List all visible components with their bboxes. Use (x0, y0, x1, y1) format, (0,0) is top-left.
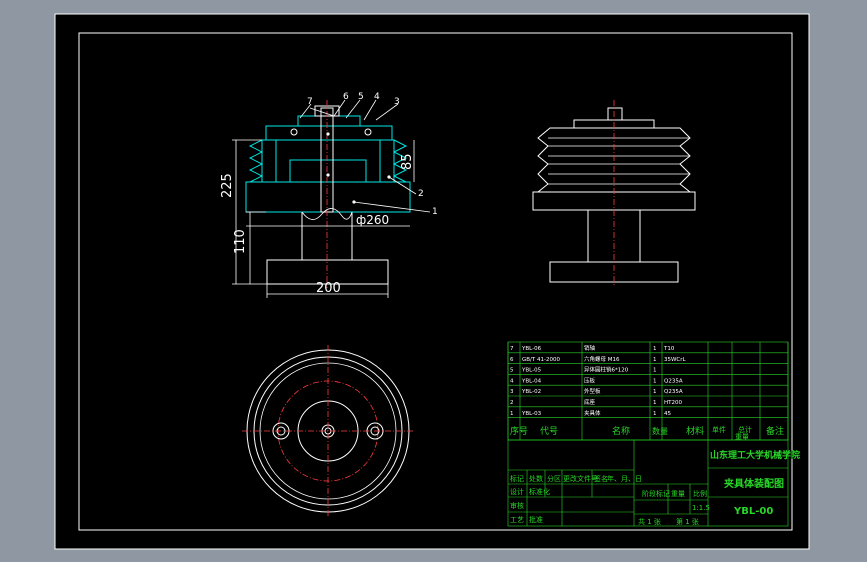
tb-school: 山东理工大学机械学院 (710, 449, 800, 461)
bom-header-code: 代号 (540, 426, 558, 437)
bom-header-name: 名称 (612, 425, 630, 437)
bom-cell-name: 六角螺母 M16 (584, 355, 620, 363)
bom-cell-material: Q235A (664, 389, 683, 395)
bom-cell-code: YBL-03 (521, 411, 542, 417)
bom-cell-qty: 1 (653, 368, 657, 374)
balloon-7: 7 (307, 97, 313, 107)
bom-cell-no: 1 (510, 411, 514, 417)
bom-cell-name: 夹具体 (584, 409, 601, 417)
tb-drawing-no: YBL-00 (733, 506, 773, 517)
bom-cell-material: T10 (663, 346, 675, 352)
cad-drawing-viewport: 7 6 5 4 3 2 1 225 110 85 ф260 200 序号 代号 … (0, 0, 867, 562)
tb-count-label: 处数 (529, 474, 543, 483)
bom-cell-qty: 1 (653, 400, 657, 406)
bom-cell-code: YBL-02 (521, 389, 541, 395)
bom-header-qty: 数量 (652, 426, 668, 436)
tb-stage-label: 阶段标记 (642, 489, 670, 498)
tb-zone-label: 分区 (547, 474, 561, 483)
tb-craft-label: 工艺 (510, 516, 524, 524)
bom-cell-no: 5 (510, 368, 514, 374)
tb-sign-label: 签名 (594, 474, 608, 483)
dim-260: ф260 (356, 213, 389, 227)
tb-scale: 1:1.5 (692, 504, 710, 512)
bom-cell-qty: 1 (653, 411, 657, 417)
bom-header-no: 序号 (510, 425, 528, 437)
bom-cell-name: 压板 (584, 376, 596, 384)
bom-cell-name: 销轴 (584, 344, 596, 352)
tb-check-label: 审核 (510, 501, 524, 510)
assembly-drawing-canvas: 7 6 5 4 3 2 1 225 110 85 ф260 200 序号 代号 … (54, 13, 810, 550)
bom-cell-material: 35WCrL (664, 357, 687, 363)
dim-85: 85 (400, 153, 415, 170)
bom-cell-code: YBL-06 (521, 346, 542, 352)
drawing-sheet (54, 13, 810, 550)
balloon-1: 1 (432, 207, 438, 217)
bom-header-material: 材料 (686, 425, 704, 437)
balloon-2: 2 (418, 189, 424, 199)
balloon-6: 6 (343, 92, 349, 102)
bom-header-single: 单件 (712, 425, 726, 434)
tb-design-label: 设计 (510, 487, 524, 496)
tb-mark-label: 标记 (510, 474, 524, 483)
bom-cell-name: 异体圆柱销6*120 (584, 366, 629, 374)
balloon-3: 3 (394, 97, 400, 107)
tb-drawing-title: 夹具体装配图 (724, 477, 784, 490)
bom-cell-no: 6 (510, 357, 514, 363)
balloon-4: 4 (374, 92, 380, 102)
tb-weight-label: 重量 (671, 490, 685, 498)
tb-change-label: 更改文件号 (563, 474, 598, 483)
bom-cell-code: YBL-05 (521, 368, 542, 374)
bom-cell-no: 3 (510, 389, 514, 395)
bom-cell-name: 底座 (584, 398, 596, 406)
bom-cell-qty: 1 (653, 357, 657, 363)
bom-cell-qty: 1 (653, 346, 657, 352)
bom-cell-code: GB/T 41-2000 (522, 357, 560, 363)
bom-cell-qty: 1 (653, 378, 657, 384)
tb-standard-label: 标准化 (529, 487, 550, 496)
tb-sheet-no: 第 1 张 (676, 517, 699, 526)
bom-cell-name: 外型板 (584, 387, 601, 395)
dim-225: 225 (220, 173, 235, 198)
dim-200: 200 (316, 281, 341, 296)
bom-header-remarks: 备注 (766, 425, 784, 437)
tb-sheet-total: 共 1 张 (638, 517, 661, 526)
bom-cell-material: Q235A (664, 378, 683, 384)
bom-cell-no: 7 (510, 346, 514, 352)
tb-approve-label: 批准 (529, 515, 543, 524)
bom-cell-qty: 1 (653, 389, 657, 395)
bom-cell-material: HT200 (664, 400, 682, 406)
tb-date-label: 年、月、日 (607, 474, 642, 483)
bom-cell-code: YBL-04 (521, 378, 542, 384)
balloon-5: 5 (358, 92, 364, 102)
tb-scale-label: 比例 (693, 489, 707, 498)
bom-cell-no: 4 (510, 378, 514, 384)
bom-cell-material: 45 (664, 411, 671, 417)
bom-cell-no: 2 (510, 400, 514, 406)
dim-110: 110 (233, 229, 248, 254)
